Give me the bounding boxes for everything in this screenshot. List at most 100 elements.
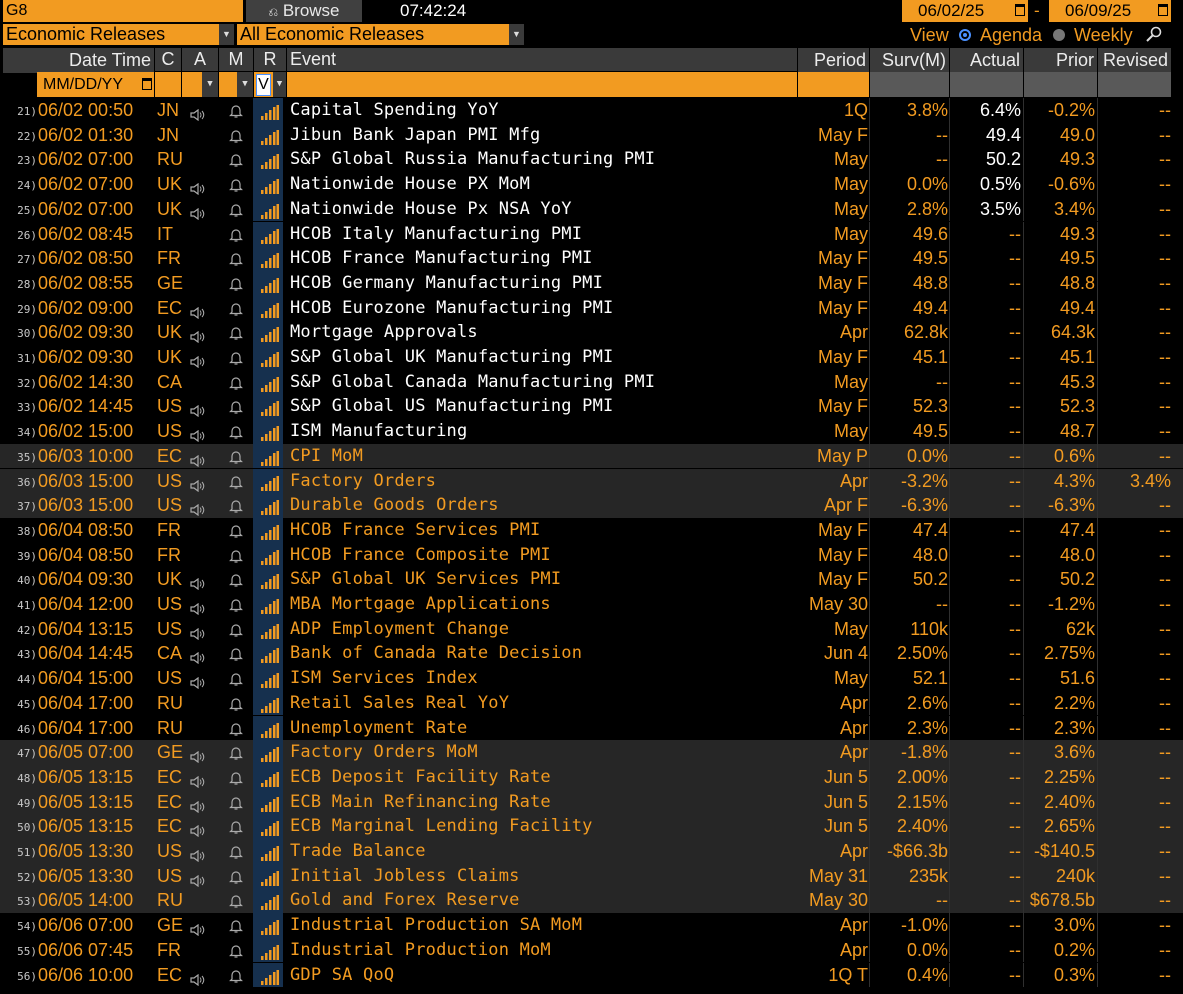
chevron-down-icon[interactable]: ▼ (219, 24, 234, 45)
bell-icon[interactable] (228, 349, 244, 365)
browse-button[interactable]: ⎌ Browse (246, 0, 362, 22)
row-number[interactable]: 40) (9, 569, 37, 593)
row-number[interactable]: 37) (9, 495, 37, 519)
row-event[interactable]: HCOB Eurozone Manufacturing PMI (290, 296, 613, 320)
relevance-bars-icon[interactable] (261, 622, 279, 639)
table-row[interactable]: 35) 06/03 10:00 EC CPI MoM May P 0.0% -- 0.6% -- (0, 443, 1183, 470)
bell-icon[interactable] (228, 868, 244, 884)
table-row[interactable]: 22) 06/02 01:30 JN Jibun Bank Japan PMI Mfg… (0, 122, 1183, 149)
bell-icon[interactable] (228, 300, 244, 316)
bell-icon[interactable] (228, 176, 244, 192)
relevance-bars-icon[interactable] (261, 671, 279, 689)
table-row[interactable]: 33) 06/02 14:45 US S&P Global US Manufactur… (0, 394, 1183, 420)
row-number[interactable]: 48) (9, 767, 37, 791)
relevance-bars-icon[interactable] (261, 523, 279, 540)
relevance-bars-icon[interactable] (261, 152, 279, 170)
row-event[interactable]: ISM Services Index (290, 666, 478, 690)
row-number[interactable]: 46) (9, 718, 37, 742)
chevron-down-icon[interactable]: ▼ (237, 72, 253, 97)
table-row[interactable]: 28) 06/02 08:55 GE HCOB Germany Manufacturi… (0, 270, 1183, 296)
row-event[interactable]: ECB Main Refinancing Rate (290, 790, 551, 814)
row-number[interactable]: 24) (9, 174, 37, 198)
row-number[interactable]: 29) (9, 298, 37, 322)
row-event[interactable]: HCOB Italy Manufacturing PMI (290, 222, 582, 246)
row-event[interactable]: ISM Manufacturing (290, 419, 467, 443)
relevance-bars-icon[interactable] (261, 943, 279, 960)
row-number[interactable]: 22) (9, 125, 37, 149)
agenda-option-label[interactable]: Agenda (980, 24, 1042, 46)
col-header-period[interactable]: Period (798, 48, 869, 73)
relevance-bars-icon[interactable] (261, 350, 279, 367)
col-header-relevance[interactable]: R (254, 48, 286, 71)
bell-icon[interactable] (228, 720, 244, 736)
bell-icon[interactable] (228, 917, 244, 933)
relevance-bars-icon[interactable] (261, 721, 279, 738)
table-row[interactable]: 48) 06/05 13:15 EC ECB Deposit Facility Rat… (0, 764, 1183, 791)
row-number[interactable]: 23) (9, 149, 37, 173)
col-header-actual[interactable]: Actual (950, 48, 1023, 73)
bell-icon[interactable] (228, 250, 244, 266)
row-event[interactable]: Jibun Bank Japan PMI Mfg (290, 123, 540, 147)
row-number[interactable]: 34) (9, 421, 37, 445)
bell-icon[interactable] (228, 596, 244, 612)
relevance-bars-icon[interactable] (261, 844, 279, 861)
table-row[interactable]: 51) 06/05 13:30 US Trade Balance Apr -$66.3b -… (0, 839, 1183, 864)
speaker-icon[interactable] (190, 746, 206, 764)
row-number[interactable]: 25) (9, 199, 37, 223)
table-row[interactable]: 23) 06/02 07:00 RU S&P Global Russia Manufa… (0, 147, 1183, 173)
row-event[interactable]: Bank of Canada Rate Decision (290, 641, 582, 665)
weekly-radio[interactable] (1053, 29, 1065, 41)
row-event[interactable]: Retail Sales Real YoY (290, 691, 509, 715)
bell-icon[interactable] (228, 522, 244, 538)
calendar-icon[interactable] (1158, 4, 1168, 16)
speaker-icon[interactable] (190, 845, 206, 863)
row-number[interactable]: 30) (9, 322, 37, 346)
table-row[interactable]: 50) 06/05 13:15 EC ECB Marginal Lending Fac… (0, 814, 1183, 839)
row-event[interactable]: MBA Mortgage Applications (290, 592, 551, 616)
relevance-bars-icon[interactable] (261, 375, 279, 392)
relevance-bars-icon[interactable] (261, 548, 279, 565)
row-number[interactable]: 38) (9, 520, 37, 544)
row-number[interactable]: 33) (9, 396, 37, 420)
agenda-radio[interactable] (959, 29, 971, 41)
subcategory-dropdown[interactable]: All Economic Releases ▼ (237, 24, 524, 45)
bell-icon[interactable] (228, 892, 244, 908)
row-number[interactable]: 56) (9, 965, 37, 989)
relevance-bars-icon[interactable] (261, 177, 279, 195)
bell-icon[interactable] (228, 473, 244, 489)
col-header-datetime[interactable]: Date Time (3, 48, 154, 73)
row-event[interactable]: ECB Deposit Facility Rate (290, 765, 551, 789)
category-dropdown[interactable]: Economic Releases ▼ (3, 24, 234, 45)
relevance-bars-icon[interactable] (261, 572, 279, 590)
table-row[interactable]: 38) 06/04 08:50 FR HCOB France Services PMI… (0, 517, 1183, 544)
row-event[interactable]: S&P Global UK Services PMI (290, 567, 561, 591)
row-number[interactable]: 39) (9, 545, 37, 569)
row-number[interactable]: 51) (9, 841, 37, 865)
row-event[interactable]: S&P Global Canada Manufacturing PMI (290, 370, 655, 394)
end-date-field[interactable]: 06/09/25 (1049, 0, 1171, 22)
col-header-alert[interactable]: A (182, 48, 218, 71)
row-event[interactable]: Factory Orders (290, 469, 436, 493)
row-number[interactable]: 21) (9, 100, 37, 124)
col-header-country[interactable]: C (155, 48, 181, 71)
speaker-icon[interactable] (190, 796, 206, 813)
bell-icon[interactable] (228, 571, 244, 587)
speaker-icon[interactable] (190, 598, 206, 616)
speaker-icon[interactable] (190, 771, 206, 789)
row-event[interactable]: Industrial Production MoM (290, 938, 551, 962)
row-event[interactable]: Nationwide House Px NSA YoY (290, 197, 572, 221)
alert-filter-dropdown[interactable]: ▼ (182, 72, 218, 97)
col-header-event[interactable]: Event (287, 48, 797, 71)
row-event[interactable]: GDP SA QoQ (290, 963, 394, 987)
table-row[interactable]: 21) 06/02 00:50 JN Capital Spending YoY 1Q 3.… (0, 98, 1183, 123)
bell-icon[interactable] (228, 621, 244, 637)
bell-icon[interactable] (228, 102, 244, 118)
row-event[interactable]: Industrial Production SA MoM (290, 913, 582, 937)
row-event[interactable]: ADP Employment Change (290, 617, 509, 641)
row-number[interactable]: 44) (9, 668, 37, 692)
row-event[interactable]: Capital Spending YoY (290, 98, 499, 122)
row-number[interactable]: 35) (9, 446, 37, 470)
speaker-icon[interactable] (190, 499, 206, 517)
table-row[interactable]: 52) 06/05 13:30 US Initial Jobless Claims Ma… (0, 863, 1183, 889)
row-event[interactable]: Initial Jobless Claims (290, 864, 520, 888)
